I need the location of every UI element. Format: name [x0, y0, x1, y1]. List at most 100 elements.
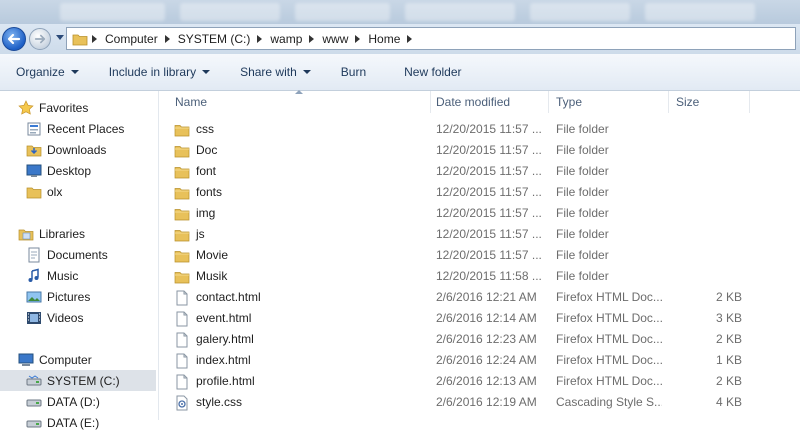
share-with-button[interactable]: Share with: [232, 60, 319, 84]
file-type: File folder: [556, 269, 609, 283]
file-row[interactable]: contact.html 2/6/2016 12:21 AM Firefox HTM…: [159, 287, 800, 308]
file-date-modified: 12/20/2015 11:57 ...: [436, 227, 542, 241]
address-row: Computer SYSTEM (C:) wamp www Home: [0, 24, 800, 54]
folder-icon: [72, 34, 88, 45]
file-name[interactable]: event.html: [174, 308, 424, 329]
address-bar[interactable]: Computer SYSTEM (C:) wamp www Home: [66, 27, 796, 50]
file-size: [662, 203, 742, 224]
nav-libraries[interactable]: Libraries: [18, 223, 174, 244]
back-button[interactable]: [2, 27, 26, 51]
breadcrumb-home[interactable]: Home: [368, 32, 420, 46]
caret-down-icon: [302, 70, 311, 74]
nav-item-system-c[interactable]: SYSTEM (C:): [0, 370, 156, 391]
file-name[interactable]: Musik: [174, 266, 424, 287]
file-name[interactable]: img: [174, 203, 424, 224]
document-file-icon: [176, 353, 188, 368]
file-name[interactable]: fonts: [174, 182, 424, 203]
file-date-modified: 2/6/2016 12:21 AM: [436, 290, 537, 304]
file-row[interactable]: galery.html 2/6/2016 12:23 AM Firefox HTML…: [159, 329, 800, 350]
file-row[interactable]: css 12/20/2015 11:57 ... File folder: [159, 119, 800, 140]
recent-places-icon: [27, 122, 41, 135]
file-name[interactable]: style.css: [174, 392, 424, 413]
file-date-modified: 12/20/2015 11:58 ...: [436, 269, 542, 283]
chevron-right-icon[interactable]: [355, 34, 361, 43]
file-date-modified: 2/6/2016 12:23 AM: [436, 332, 537, 346]
file-type: Cascading Style S...: [556, 395, 662, 409]
column-header-type[interactable]: Type: [548, 91, 669, 113]
file-date-modified: 12/20/2015 11:57 ...: [436, 206, 542, 220]
file-size: 2 KB: [715, 290, 742, 304]
file-type: File folder: [556, 227, 609, 241]
include-in-library-button[interactable]: Include in library: [101, 60, 218, 84]
recent-pages-chevron-down-icon[interactable]: [56, 35, 64, 40]
organize-button[interactable]: Organize: [8, 60, 87, 84]
file-name[interactable]: contact.html: [174, 287, 424, 308]
chevron-right-icon[interactable]: [164, 34, 170, 43]
column-header-date-modified[interactable]: Date modified: [428, 91, 549, 113]
file-name[interactable]: profile.html: [174, 371, 424, 392]
forward-button[interactable]: [29, 28, 51, 50]
navigation-pane[interactable]: Favorites Recent Places Downloads Deskto…: [0, 91, 159, 430]
file-type: File folder: [556, 185, 609, 199]
file-type: Firefox HTML Doc...: [556, 353, 662, 367]
file-name[interactable]: Movie: [174, 245, 424, 266]
column-header-size[interactable]: Size: [668, 91, 750, 113]
folder-icon: [174, 208, 190, 220]
file-type: File folder: [556, 206, 609, 220]
nav-favorites[interactable]: Favorites: [18, 97, 174, 118]
documents-icon: [28, 247, 40, 262]
file-row[interactable]: Movie 12/20/2015 11:57 ... File folder: [159, 245, 800, 266]
file-row[interactable]: fonts 12/20/2015 11:57 ... File folder: [159, 182, 800, 203]
file-name[interactable]: Doc: [174, 140, 424, 161]
chevron-right-icon[interactable]: [309, 34, 315, 43]
file-size: [662, 224, 742, 245]
file-row[interactable]: Musik 12/20/2015 11:58 ... File folder: [159, 266, 800, 287]
column-header-name[interactable]: Name: [167, 91, 431, 113]
chevron-right-icon[interactable]: [407, 34, 413, 43]
css-file-icon: [176, 395, 188, 410]
file-type: Firefox HTML Doc...: [556, 332, 662, 346]
file-row[interactable]: style.css 2/6/2016 12:19 AM Cascading Styl…: [159, 392, 800, 413]
document-file-icon: [176, 290, 188, 305]
music-note-icon: [28, 268, 39, 282]
document-file-icon: [176, 374, 188, 389]
breadcrumb-computer[interactable]: Computer: [105, 32, 178, 46]
nav-computer[interactable]: Computer: [18, 349, 174, 370]
folder-icon: [174, 250, 190, 262]
file-name[interactable]: galery.html: [174, 329, 424, 350]
folder-icon: [174, 124, 190, 136]
new-folder-button[interactable]: New folder: [396, 60, 469, 84]
file-size: [662, 266, 742, 287]
file-type: File folder: [556, 164, 609, 178]
file-row[interactable]: profile.html 2/6/2016 12:13 AM Firefox HTM…: [159, 371, 800, 392]
file-row[interactable]: font 12/20/2015 11:57 ... File folder: [159, 161, 800, 182]
file-row[interactable]: Doc 12/20/2015 11:57 ... File folder: [159, 140, 800, 161]
file-name[interactable]: css: [174, 119, 424, 140]
file-row[interactable]: js 12/20/2015 11:57 ... File folder: [159, 224, 800, 245]
breadcrumb-wamp[interactable]: wamp: [270, 32, 322, 46]
breadcrumb-www[interactable]: www: [322, 32, 368, 46]
file-type: Firefox HTML Doc...: [556, 311, 662, 325]
document-file-icon: [176, 311, 188, 326]
folder-icon: [174, 187, 190, 199]
file-name[interactable]: index.html: [174, 350, 424, 371]
file-row[interactable]: event.html 2/6/2016 12:14 AM Firefox HTML …: [159, 308, 800, 329]
file-size: [662, 245, 742, 266]
breadcrumb-root-arrow[interactable]: [92, 34, 105, 43]
file-list[interactable]: Name Date modified Type Size css 12/20/20…: [159, 90, 800, 420]
file-row[interactable]: img 12/20/2015 11:57 ... File folder: [159, 203, 800, 224]
file-size: [662, 140, 742, 161]
file-type: File folder: [556, 143, 609, 157]
breadcrumb-system-c[interactable]: SYSTEM (C:): [178, 32, 271, 46]
file-name[interactable]: js: [174, 224, 424, 245]
caret-down-icon: [202, 70, 211, 74]
file-size: [662, 161, 742, 182]
file-size: [662, 182, 742, 203]
file-name[interactable]: font: [174, 161, 424, 182]
file-row[interactable]: index.html 2/6/2016 12:24 AM Firefox HTML …: [159, 350, 800, 371]
file-date-modified: 12/20/2015 11:57 ...: [436, 122, 542, 136]
file-date-modified: 12/20/2015 11:57 ...: [436, 143, 542, 157]
file-date-modified: 2/6/2016 12:14 AM: [436, 311, 537, 325]
burn-button[interactable]: Burn: [333, 60, 374, 84]
chevron-right-icon[interactable]: [257, 34, 263, 43]
